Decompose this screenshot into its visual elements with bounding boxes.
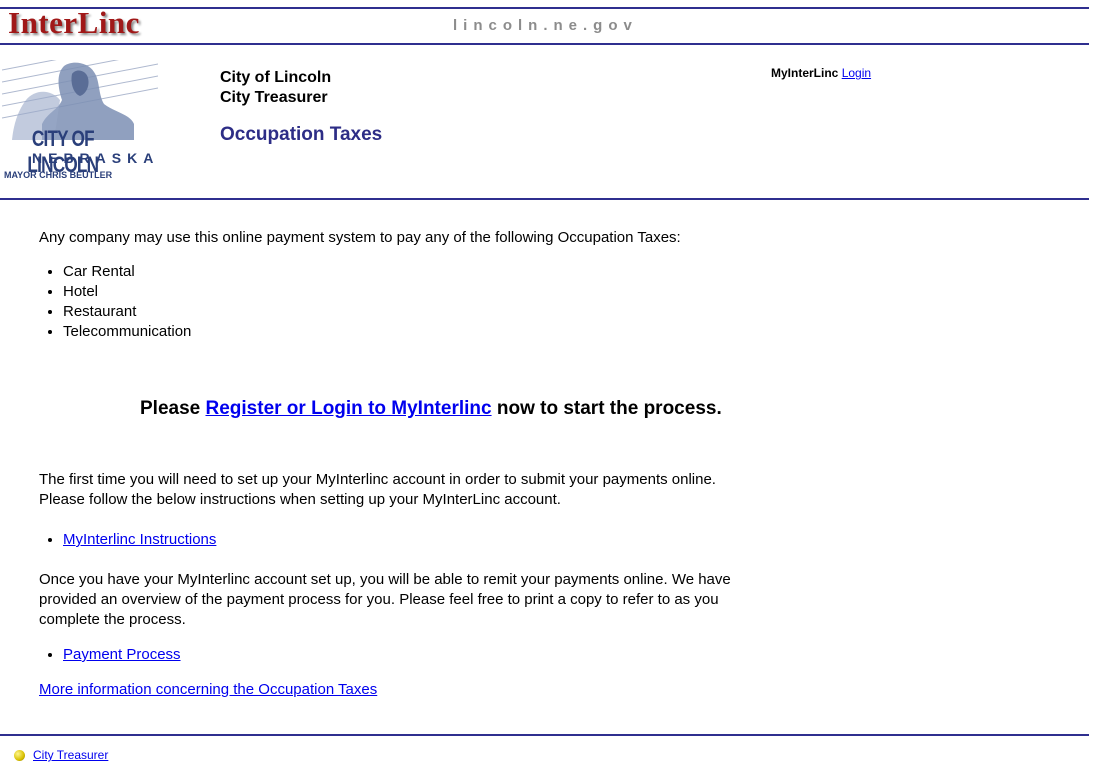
top-rule [0, 7, 1089, 9]
footer-rule [0, 734, 1089, 736]
cta-suffix: now to start the process. [491, 398, 722, 419]
yellow-ball-icon [14, 750, 25, 761]
list-item: Telecommunication [63, 322, 1039, 342]
city-name: City of Lincoln [220, 69, 332, 86]
call-to-action: Please Register or Login to MyInterlinc … [140, 398, 722, 420]
account-area: MyInterLinc Login [771, 66, 871, 80]
top-banner: InterLinc lincoln.ne.gov [0, 0, 1097, 46]
seal-state-text: NEBRASKA [32, 150, 158, 166]
page-title: Occupation Taxes [220, 124, 383, 145]
list-item: MyInterlinc Instructions [63, 530, 1039, 550]
payment-list: Payment Process [39, 645, 1039, 665]
interlinc-logo[interactable]: InterLinc [8, 5, 140, 41]
setup-text: The first time you will need to set up y… [39, 470, 1039, 510]
setup-line-2: Please follow the below instructions whe… [39, 491, 561, 508]
intro-text: Any company may use this online payment … [39, 229, 681, 246]
setup-section: The first time you will need to set up y… [39, 470, 1039, 700]
payment-process-link[interactable]: Payment Process [63, 646, 181, 663]
header-rule [0, 198, 1089, 200]
site-domain: lincoln.ne.gov [453, 17, 638, 34]
list-item: Hotel [63, 282, 1039, 302]
list-item: Payment Process [63, 645, 1039, 665]
tax-type-list: Car Rental Hotel Restaurant Telecommunic… [39, 262, 1039, 342]
cta-prefix: Please [140, 398, 206, 419]
instructions-link[interactable]: MyInterlinc Instructions [63, 531, 216, 548]
list-item: Restaurant [63, 302, 1039, 322]
setup-line-1: The first time you will need to set up y… [39, 471, 716, 488]
footer: City Treasurer [14, 748, 108, 762]
instructions-list: MyInterlinc Instructions [39, 530, 1039, 550]
main-content: Any company may use this online payment … [39, 228, 1039, 342]
register-login-link[interactable]: Register or Login to MyInterlinc [206, 398, 492, 419]
overview-text: Once you have your MyInterlinc account s… [39, 570, 1039, 630]
overview-line-1: Once you have your MyInterlinc account s… [39, 571, 731, 588]
list-item: Car Rental [63, 262, 1039, 282]
seal-mayor-text: MAYOR CHRIS BEUTLER [4, 170, 113, 180]
department-name: City of Lincoln City Treasurer [220, 68, 331, 108]
page-header: CITY OF LINCOLN NEBRASKA MAYOR CHRIS BEU… [0, 46, 1097, 198]
city-seal-logo: CITY OF LINCOLN NEBRASKA MAYOR CHRIS BEU… [2, 60, 158, 186]
banner-rule [0, 43, 1089, 45]
overview-line-3: complete the process. [39, 611, 186, 628]
overview-line-2: provided an overview of the payment proc… [39, 591, 719, 608]
city-treasurer-link[interactable]: City Treasurer [33, 748, 108, 762]
department-title: City Treasurer [220, 89, 328, 106]
more-info-link[interactable]: More information concerning the Occupati… [39, 681, 377, 698]
more-info: More information concerning the Occupati… [39, 680, 1039, 700]
myinterlinc-label: MyInterLinc [771, 66, 839, 80]
login-link[interactable]: Login [842, 66, 871, 80]
